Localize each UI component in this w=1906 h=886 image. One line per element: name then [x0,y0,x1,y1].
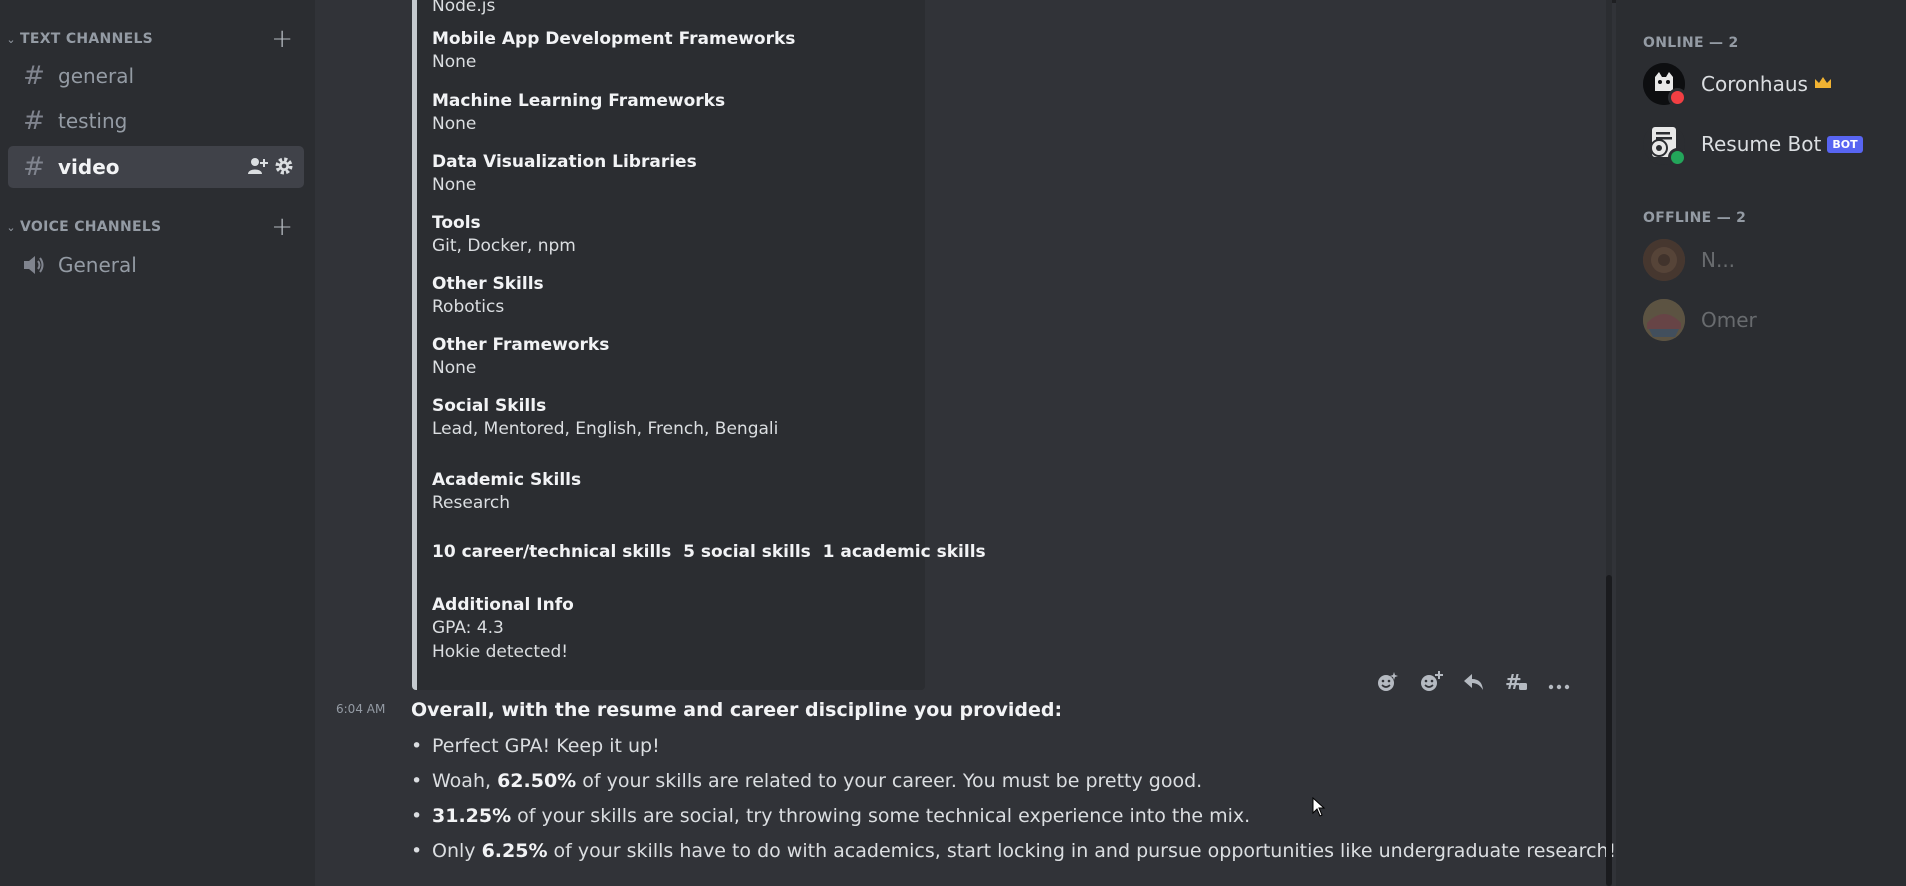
field-value: Node.js [432,0,496,16]
member-name: Resume Bot [1701,132,1822,156]
embed-top-value: Node.js [432,0,495,18]
chat-scrollbar-thumb[interactable] [1606,575,1612,886]
channel-label: video [58,155,120,179]
gpa-value: GPA: 4.3 [432,618,504,638]
channel-label: general [58,64,135,88]
embed-field: Other Frameworks None [432,334,609,380]
bot-badge: BOT [1827,135,1863,153]
field-value: Robotics [432,297,505,317]
add-channel-icon[interactable]: + [271,26,293,52]
field-name: Other Skills [432,274,544,294]
text-channels-label: TEXT CHANNELS [20,31,154,47]
embed-field: Data Visualization Libraries None [432,151,697,197]
channel-label: testing [58,109,128,133]
field-value: None [432,52,477,72]
field-name: Machine Learning Frameworks [432,91,726,111]
field-name: Other Frameworks [432,335,610,355]
field-name: Mobile App Development Frameworks [432,29,796,49]
channel-sidebar: ⌄ TEXT CHANNELS + # general # testing # … [0,0,315,886]
avatar [1643,299,1685,341]
online-header: ONLINE — 2 [1643,35,1739,51]
channel-label: General [58,253,137,277]
create-thread-icon[interactable]: # [1504,670,1528,698]
more-options-icon[interactable] [1547,672,1571,696]
field-value: Git, Docker, npm [432,236,576,256]
member-coronhaus[interactable]: Coronhaus [1643,60,1832,108]
chevron-down-icon: ⌄ [6,220,16,234]
list-item: • Woah, 62.50% of your skills are related… [411,770,1203,792]
chevron-down-icon: ⌄ [6,32,16,46]
field-value: Research [432,493,510,513]
field-name: Tools [432,213,481,233]
avatar [1643,239,1685,281]
field-value: None [432,114,477,134]
speaker-icon [20,254,48,276]
field-name: Data Visualization Libraries [432,152,697,172]
embed-field: Tools Git, Docker, npm [432,212,576,258]
member-name: Omer [1701,308,1757,332]
member-name: N... [1701,248,1736,272]
mouse-cursor-icon [1312,796,1326,821]
member-resume-bot[interactable]: Resume Bot BOT [1643,120,1863,168]
hokie-value: Hokie detected! [432,642,569,662]
hash-icon: # [23,61,45,91]
list-item: • Only 6.25% of your skills have to do wi… [411,840,1617,862]
embed-field: Mobile App Development Frameworks None [432,28,795,74]
voice-channels-label: VOICE CHANNELS [20,219,162,235]
add-channel-icon[interactable]: + [271,214,293,240]
voice-channel-general[interactable]: General [8,244,304,286]
add-reaction-icon[interactable] [1418,670,1444,699]
field-value: None [432,175,477,195]
avatar [1643,63,1687,107]
channel-testing[interactable]: # testing [8,100,304,142]
add-super-reaction-icon[interactable] [1375,670,1399,699]
text-channels-category[interactable]: ⌄ TEXT CHANNELS + [0,26,315,52]
offline-header: OFFLINE — 2 [1643,210,1747,226]
channel-general[interactable]: # general [8,55,304,97]
voice-channels-category[interactable]: ⌄ VOICE CHANNELS + [0,214,315,240]
embed-field: Social Skills Lead, Mentored, English, F… [432,395,778,441]
message-title: Overall, with the resume and career disc… [411,699,1063,721]
embed-field: Machine Learning Frameworks None [432,90,725,136]
online-status-icon [1668,148,1687,167]
member-name: Coronhaus [1701,72,1808,96]
feedback-list: • Perfect GPA! Keep it up! • Woah, 62.50% … [411,732,1616,872]
gear-icon[interactable] [274,156,294,181]
message-actions-toolbar: # [1366,666,1580,702]
crown-icon [1814,74,1832,95]
svg-text:#: # [1505,671,1522,693]
dnd-status-icon [1668,88,1687,107]
field-value: None [432,358,477,378]
field-name: Social Skills [432,396,547,416]
invite-member-icon[interactable] [246,156,268,181]
member-offline[interactable]: N... [1643,236,1735,284]
avatar [1643,123,1687,167]
channel-video[interactable]: # video [8,146,304,188]
hash-icon: # [23,106,45,136]
member-omer[interactable]: Omer [1643,296,1757,344]
field-name: Academic Skills [432,470,582,490]
field-value: Lead, Mentored, English, French, Bengali [432,419,779,439]
embed-field: Other Skills Robotics [432,273,544,319]
skills-summary: 10 career/technical skills 5 social skil… [432,542,986,562]
embed-additional-info: Additional Info GPA: 4.3 Hokie detected! [432,594,574,664]
message-timestamp: 6:04 AM [336,702,386,716]
hash-icon: # [23,152,45,182]
list-item: • 31.25% of your skills are social, try t… [411,805,1251,827]
field-name: Additional Info [432,595,574,615]
embed-field: Academic Skills Research [432,469,581,515]
list-item: • Perfect GPA! Keep it up! [411,735,660,757]
reply-icon[interactable] [1462,671,1486,698]
